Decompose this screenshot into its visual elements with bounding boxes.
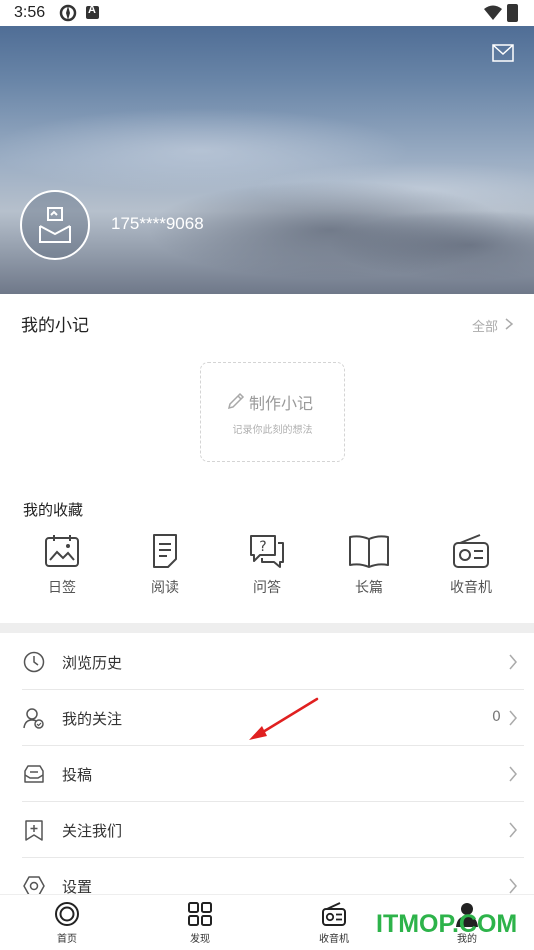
radio-icon xyxy=(453,534,489,568)
favorite-qa[interactable]: ? 问答 xyxy=(232,533,302,603)
chevron-right-icon xyxy=(509,710,517,726)
svg-text:?: ? xyxy=(259,539,266,555)
user-follow-icon xyxy=(23,708,44,729)
mail-icon[interactable] xyxy=(492,44,514,62)
favorites-section-title: 我的收藏 xyxy=(23,501,84,519)
system-notification-icon xyxy=(86,4,99,19)
tab-label: 首页 xyxy=(57,934,77,945)
section-divider xyxy=(0,623,534,633)
chevron-right-icon xyxy=(509,766,517,782)
menu-item-label: 关注我们 xyxy=(62,822,123,840)
status-time: 3:56 xyxy=(14,4,46,21)
menu-item-history[interactable]: 浏览历史 xyxy=(0,634,534,690)
favorite-label: 日签 xyxy=(48,580,76,596)
menu-item-submit[interactable]: 投稿 xyxy=(0,746,534,802)
document-icon xyxy=(153,534,177,568)
favorite-label: 阅读 xyxy=(151,580,179,596)
battery-icon xyxy=(507,4,518,22)
chevron-right-icon xyxy=(509,822,517,838)
watermark: ITMOP.COM xyxy=(376,910,518,938)
bookmark-plus-icon xyxy=(25,820,43,841)
tab-label: 收音机 xyxy=(319,934,349,945)
wifi-icon xyxy=(484,5,502,20)
favorite-reading[interactable]: 阅读 xyxy=(130,533,200,603)
tab-home[interactable]: 首页 xyxy=(37,901,97,949)
profile-header: 175****9068 xyxy=(0,0,534,294)
menu-item-follow-us[interactable]: 关注我们 xyxy=(0,802,534,858)
status-bar: 3:56 xyxy=(0,0,534,26)
make-note-button[interactable]: 制作小记 记录你此刻的想法 xyxy=(200,362,345,462)
calendar-image-icon xyxy=(45,535,79,567)
home-circle-icon xyxy=(55,902,79,926)
notes-section-title: 我的小记 xyxy=(21,316,89,336)
favorite-radio[interactable]: 收音机 xyxy=(436,533,506,603)
grid-icon xyxy=(188,902,212,926)
menu-item-label: 投稿 xyxy=(62,766,93,784)
radio-icon xyxy=(322,902,346,926)
tab-label: 发现 xyxy=(190,934,210,945)
favorite-label: 收音机 xyxy=(450,580,492,596)
app-notification-icon xyxy=(59,4,77,22)
chevron-right-icon xyxy=(509,878,517,894)
notes-all-link[interactable]: 全部 xyxy=(472,316,498,335)
tab-radio[interactable]: 收音机 xyxy=(304,901,364,949)
open-book-icon xyxy=(349,535,389,568)
tab-discover[interactable]: 发现 xyxy=(170,901,230,949)
red-arrow-annotation xyxy=(249,697,319,740)
favorite-label: 问答 xyxy=(253,580,281,596)
question-chat-icon: ? xyxy=(250,535,284,568)
chevron-right-icon[interactable] xyxy=(504,318,514,330)
chevron-right-icon xyxy=(509,654,517,670)
submit-icon xyxy=(24,765,44,783)
favorite-long-read[interactable]: 长篇 xyxy=(334,533,404,603)
username: 175****9068 xyxy=(111,214,204,233)
following-count: 0 xyxy=(492,709,501,725)
favorite-label: 长篇 xyxy=(355,580,383,596)
favorite-daily-sign[interactable]: 日签 xyxy=(27,533,97,603)
make-note-label: 制作小记 xyxy=(249,394,314,413)
make-note-hint: 记录你此刻的想法 xyxy=(232,425,313,436)
clock-icon xyxy=(23,651,45,673)
menu-item-label: 浏览历史 xyxy=(62,654,123,672)
pencil-icon xyxy=(227,392,245,410)
avatar[interactable] xyxy=(20,190,90,260)
menu-item-label: 我的关注 xyxy=(62,710,123,728)
